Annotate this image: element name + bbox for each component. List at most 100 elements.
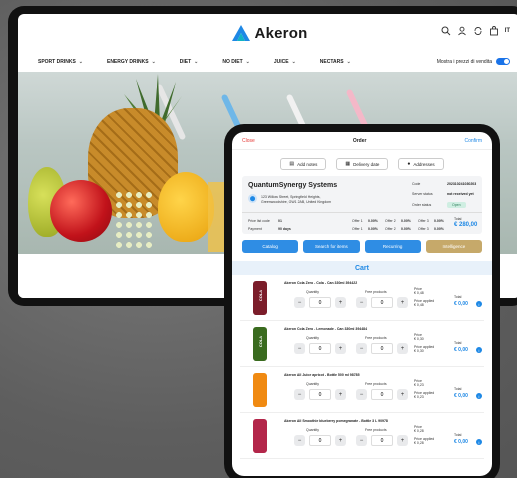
customer-card: QuantumSynergy Systems ⬤ 123 Willow Stre…	[242, 176, 482, 234]
free-plus-button[interactable]: +	[397, 435, 408, 446]
info-icon[interactable]: i	[476, 393, 482, 399]
free-plus-button[interactable]: +	[397, 297, 408, 308]
chevron-down-icon: ⌄	[291, 59, 296, 65]
product-image	[253, 419, 267, 453]
price-value: € 0,23	[414, 383, 424, 387]
quantity-label: Quantity	[306, 290, 320, 294]
info-icon[interactable]: i	[476, 301, 482, 307]
server-status-label: Server status	[412, 192, 433, 196]
price-value: € 0,28	[414, 429, 424, 433]
product-name: Akeron All Juice apricot - Bottle 500 ml…	[284, 373, 360, 377]
free-products-input[interactable]: 0	[371, 343, 393, 354]
location-icon: ●	[407, 161, 411, 167]
info-icon[interactable]: i	[476, 347, 482, 353]
nav-nectars[interactable]: NECTARS ⌄	[320, 59, 351, 65]
search-icon[interactable]	[441, 26, 451, 36]
quantity-label: Quantity	[306, 336, 320, 340]
free-products-input[interactable]: 0	[371, 389, 393, 400]
product-name: Akeron Cola Zero - Cola - Can 330ml 3944…	[284, 281, 358, 285]
nav-label: JUICE	[273, 59, 289, 65]
addresses-button[interactable]: ● Addresses	[398, 158, 444, 170]
cart-item: COLA Akeron Cola Zero - Lemonade - Can 3…	[240, 321, 484, 367]
nav-sport-drinks[interactable]: SPORT DRINKS ⌄	[38, 59, 83, 65]
customer-name: QuantumSynergy Systems	[248, 182, 338, 189]
quantity-plus-button[interactable]: +	[335, 435, 346, 446]
portrait-tablet: Close Order Confirm ▤ Add notes ▦ Delivery…	[224, 124, 500, 478]
offer-label: Offer 1	[352, 227, 363, 231]
offer-value: 0.00%	[434, 219, 444, 223]
tab-label: Delivery date	[353, 161, 380, 167]
price-list-label: Price list code	[248, 219, 270, 223]
category-nav: SPORT DRINKS ⌄ ENERGY DRINKS ⌄ DIET ⌄ NO DI…	[18, 52, 517, 72]
cart-item: Akeron All Juice apricot - Bottle 500 ml…	[240, 367, 484, 413]
server-status-value: not received yet	[447, 192, 474, 196]
quantity-label: Quantity	[306, 428, 320, 432]
cart-list: COLA Akeron Cola Zero - Cola - Can 330ml…	[232, 275, 492, 459]
recurring-button[interactable]: Recurring	[364, 240, 421, 253]
quantity-input[interactable]: 0	[309, 389, 331, 400]
nav-juice[interactable]: JUICE ⌄	[274, 59, 296, 65]
free-plus-button[interactable]: +	[397, 389, 408, 400]
free-plus-button[interactable]: +	[397, 343, 408, 354]
price-value: € 0,30	[414, 337, 424, 341]
language-selector[interactable]: IT	[505, 28, 510, 34]
notes-icon: ▤	[289, 161, 295, 167]
search-items-button[interactable]: Search for items	[303, 240, 360, 253]
free-products-input[interactable]: 0	[371, 435, 393, 446]
nav-energy-drinks[interactable]: ENERGY DRINKS ⌄	[107, 59, 156, 65]
pricing-row: Price list code 01 Payment 90 days Offer…	[242, 212, 482, 234]
free-minus-button[interactable]: −	[356, 343, 367, 354]
offer-value: 0.00%	[368, 219, 378, 223]
order-status-label: Order status	[412, 203, 432, 207]
quantity-minus-button[interactable]: −	[294, 343, 305, 354]
quantity-input[interactable]: 0	[309, 297, 331, 308]
order-screen: Close Order Confirm ▤ Add notes ▦ Delivery…	[232, 132, 492, 476]
price-applied-value: € 0,23	[414, 395, 424, 399]
chevron-down-icon: ⌄	[194, 59, 199, 65]
cart-icon[interactable]	[489, 26, 499, 36]
quantity-plus-button[interactable]: +	[335, 343, 346, 354]
quantity-minus-button[interactable]: −	[294, 389, 305, 400]
show-prices-toggle[interactable]: Mostra i prezzi di vendita	[437, 58, 510, 65]
product-label: COLA	[258, 289, 264, 302]
free-minus-button[interactable]: −	[356, 297, 367, 308]
price-list-value: 01	[278, 219, 282, 223]
item-total-label: Total	[454, 341, 462, 345]
close-button[interactable]: Close	[242, 138, 255, 144]
free-products-input[interactable]: 0	[371, 297, 393, 308]
yellow-pear	[158, 172, 214, 242]
item-total-value: € 0,00	[454, 301, 468, 307]
quantity-minus-button[interactable]: −	[294, 297, 305, 308]
logo[interactable]: Akeron	[231, 24, 308, 42]
location-pin-icon: ⬤	[248, 194, 257, 203]
quantity-minus-button[interactable]: −	[294, 435, 305, 446]
toggle-switch[interactable]	[496, 58, 510, 65]
item-total-value: € 0,00	[454, 347, 468, 353]
order-tabs: ▤ Add notes ▦ Delivery date ● Addresses	[232, 150, 492, 176]
free-minus-button[interactable]: −	[356, 435, 367, 446]
catalog-button[interactable]: Catalog	[242, 240, 299, 253]
nav-diet[interactable]: DIET ⌄	[180, 59, 199, 65]
quantity-input[interactable]: 0	[309, 343, 331, 354]
info-icon[interactable]: i	[476, 439, 482, 445]
offer-value: 0.00%	[434, 227, 444, 231]
confirm-button[interactable]: Confirm	[464, 138, 482, 144]
quantity-plus-button[interactable]: +	[335, 297, 346, 308]
free-minus-button[interactable]: −	[356, 389, 367, 400]
add-notes-button[interactable]: ▤ Add notes	[280, 158, 327, 170]
nav-no-diet[interactable]: NO DIET ⌄	[222, 59, 249, 65]
code-value: 202310241030203	[447, 182, 477, 186]
brand-name: Akeron	[254, 24, 308, 42]
sync-icon[interactable]	[473, 26, 483, 36]
item-total-label: Total	[454, 387, 462, 391]
status-badge: Open	[447, 202, 466, 208]
quantity-input[interactable]: 0	[309, 435, 331, 446]
product-image	[253, 373, 267, 407]
free-products-label: Free products	[365, 382, 387, 386]
delivery-date-button[interactable]: ▦ Delivery date	[336, 158, 389, 170]
user-icon[interactable]	[457, 26, 467, 36]
intelligence-button[interactable]: Intelligence	[425, 240, 482, 253]
price-applied-value: € 0,48	[414, 303, 424, 307]
quantity-plus-button[interactable]: +	[335, 389, 346, 400]
offer-label: Offer 3	[418, 227, 429, 231]
